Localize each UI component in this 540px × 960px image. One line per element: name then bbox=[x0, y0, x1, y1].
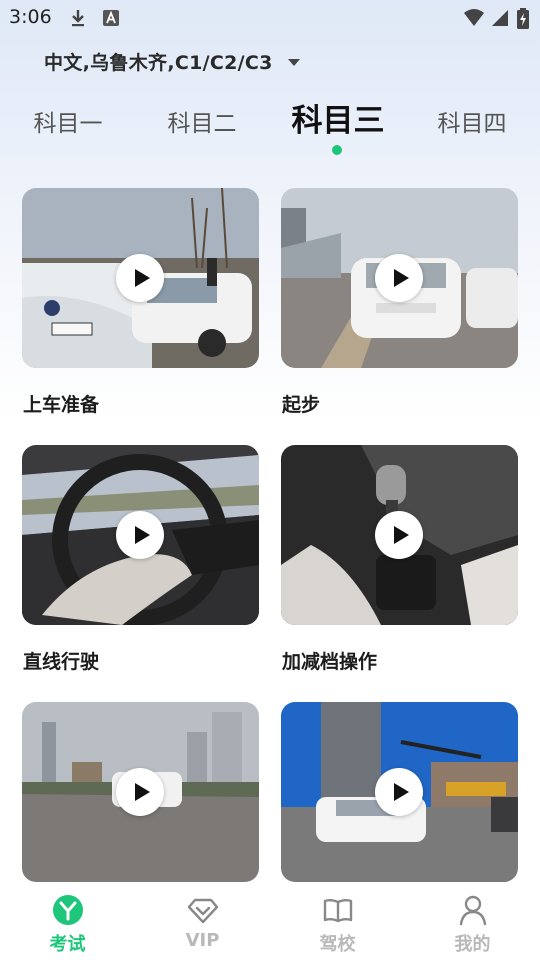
nav-driving-school[interactable]: 驾校 bbox=[270, 884, 405, 960]
play-icon bbox=[135, 783, 150, 801]
play-button[interactable] bbox=[375, 511, 423, 559]
nav-vip[interactable]: VIP bbox=[135, 884, 270, 960]
video-thumbnail[interactable] bbox=[22, 702, 259, 882]
profile-icon bbox=[459, 895, 486, 926]
nav-label: 驾校 bbox=[319, 934, 356, 955]
video-thumbnail[interactable] bbox=[22, 188, 259, 368]
nav-label: 我的 bbox=[454, 934, 491, 955]
play-button[interactable] bbox=[116, 511, 164, 559]
tab-subject-2[interactable]: 科目二 bbox=[156, 96, 248, 146]
active-tab-indicator bbox=[332, 145, 342, 155]
play-icon bbox=[135, 526, 150, 544]
nav-profile[interactable]: 我的 bbox=[405, 884, 540, 960]
video-title: 直线行驶 bbox=[23, 651, 100, 673]
cellular-icon bbox=[490, 8, 510, 28]
play-icon bbox=[394, 526, 409, 544]
tab-subject-1[interactable]: 科目一 bbox=[22, 96, 114, 146]
tab-subject-3[interactable]: 科目三 bbox=[280, 92, 396, 142]
video-thumbnail[interactable] bbox=[22, 445, 259, 625]
video-thumbnail[interactable] bbox=[281, 445, 518, 625]
book-icon bbox=[323, 899, 352, 923]
nav-label: VIP bbox=[185, 930, 220, 951]
region-label: 中文,乌鲁木齐,C1/C2/C3 bbox=[44, 51, 273, 74]
play-icon bbox=[135, 269, 150, 287]
dropdown-triangle-icon bbox=[287, 52, 301, 71]
nav-label: 考试 bbox=[49, 934, 86, 955]
play-icon bbox=[394, 269, 409, 287]
download-icon bbox=[68, 8, 88, 28]
exam-icon bbox=[52, 895, 83, 925]
video-thumbnail[interactable] bbox=[281, 702, 518, 882]
play-icon bbox=[394, 783, 409, 801]
battery-icon bbox=[516, 8, 530, 29]
vip-diamond-icon bbox=[187, 898, 218, 924]
video-title: 上车准备 bbox=[23, 394, 100, 416]
a-notification-icon bbox=[101, 8, 121, 28]
nav-exam[interactable]: 考试 bbox=[0, 884, 135, 960]
play-button[interactable] bbox=[116, 768, 164, 816]
video-title: 加减档操作 bbox=[282, 651, 378, 673]
status-bar: 3:06 bbox=[0, 0, 540, 36]
play-button[interactable] bbox=[375, 254, 423, 302]
video-thumbnail[interactable] bbox=[281, 188, 518, 368]
subject-tabs: 科目一 科目二 科目三 科目四 bbox=[0, 96, 540, 166]
video-title: 起步 bbox=[282, 394, 321, 416]
tab-subject-4[interactable]: 科目四 bbox=[426, 96, 518, 146]
wifi-icon bbox=[463, 8, 485, 28]
play-button[interactable] bbox=[116, 254, 164, 302]
bottom-navigation: 考试 VIP 驾校 我的 bbox=[0, 884, 540, 960]
region-selector[interactable]: 中文,乌鲁木齐,C1/C2/C3 bbox=[44, 46, 301, 76]
status-time: 3:06 bbox=[9, 6, 52, 28]
play-button[interactable] bbox=[375, 768, 423, 816]
